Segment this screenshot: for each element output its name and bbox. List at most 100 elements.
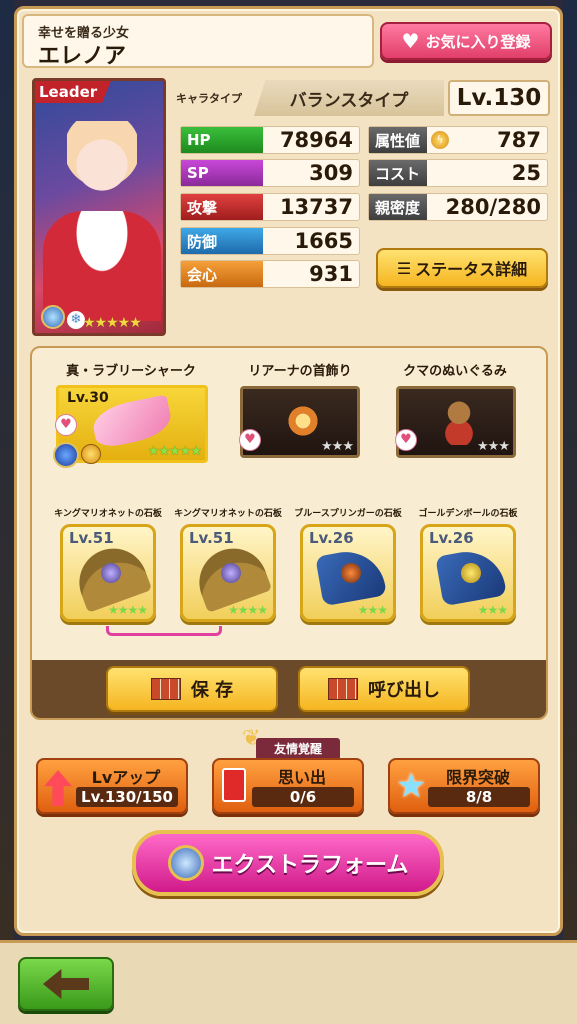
status-detail-button[interactable]: ☰ ステータス詳細	[376, 248, 548, 288]
stat-defense-value: 1665	[294, 229, 353, 253]
extra-form-label: エクストラフォーム	[211, 853, 409, 878]
character-outfit	[43, 211, 161, 321]
equip-title-2: リアーナの首飾り	[248, 364, 352, 379]
equip-slot-item[interactable]: ♥ ★★★	[395, 386, 516, 458]
memory-button[interactable]: 思い出 0/6	[212, 758, 364, 814]
stone-stars: ★★★★	[107, 603, 148, 617]
extra-form-button[interactable]: エクストラフォーム	[132, 830, 444, 896]
stone-level: Lv.26	[309, 529, 354, 547]
stat-defense: 防御 1665	[180, 227, 360, 255]
stone-stars: ★★★	[477, 603, 508, 617]
equip-title-3: クマのぬいぐるみ	[403, 364, 507, 379]
character-face	[67, 121, 137, 201]
background-left	[0, 0, 14, 1024]
orb-icon	[167, 845, 204, 881]
stone-title-1: キングマリオネットの石板	[54, 509, 162, 519]
level-up-button[interactable]: Lvアップ Lv.130/150	[36, 758, 188, 814]
heart-lock-icon: ♥	[239, 429, 261, 451]
list-icon: ☰	[396, 258, 412, 278]
stat-cost-label: コスト	[369, 160, 427, 186]
stone-slot-3[interactable]: Lv.26 ★★★	[300, 524, 396, 622]
load-label: 呼び出し	[368, 680, 440, 701]
stat-attack: 攻撃 13737	[180, 193, 360, 221]
load-icon	[328, 678, 358, 700]
stat-attack-label: 攻撃	[181, 194, 263, 220]
lightning-icon: ϟ	[431, 131, 449, 149]
load-button[interactable]: 呼び出し	[298, 666, 470, 712]
background-right	[563, 0, 577, 1024]
equip-title-1: 真・ラブリーシャーク	[66, 364, 196, 379]
stone-title-3: ブルースプリンガーの石板	[294, 509, 402, 519]
limit-break-button[interactable]: ★ 限界突破 8/8	[388, 758, 540, 814]
save-button[interactable]: 保 存	[106, 666, 278, 712]
stat-attack-value: 13737	[279, 195, 353, 219]
memory-title: 思い出	[277, 768, 326, 787]
lightning-icon	[81, 444, 101, 464]
bottom-navigation-bar	[0, 940, 577, 1024]
favorite-button[interactable]: ♥ お気に入り登録	[380, 22, 552, 60]
equip-stars: ★★★	[477, 439, 510, 454]
back-button[interactable]	[18, 957, 114, 1011]
orb-icon	[41, 305, 65, 329]
friendship-awakening-tag: 友情覚醒	[256, 738, 340, 760]
heart-lock-icon: ♥	[395, 429, 417, 451]
stone-slot-2[interactable]: Lv.51 ★★★★	[180, 524, 276, 622]
equip-stars: ★★★	[321, 439, 354, 454]
orb-icon	[53, 442, 79, 468]
stat-sp-value: 309	[309, 161, 353, 185]
stat-critical-label: 会心	[181, 261, 263, 287]
stat-hp: HP 78964	[180, 126, 360, 154]
stat-affinity-value: 280/280	[445, 195, 541, 219]
stone-title-2: キングマリオネットの石板	[174, 509, 282, 519]
level-display: Lv.130	[448, 80, 550, 116]
limit-break-value: 8/8	[428, 787, 530, 807]
character-portrait[interactable]: Leader ❄ ★★★★★	[32, 78, 166, 336]
save-icon	[150, 678, 181, 700]
stat-attribute-text: 属性値	[375, 131, 421, 150]
favorite-label: お気に入り登録	[425, 32, 531, 51]
stat-critical: 会心 931	[180, 260, 360, 288]
stone-level: Lv.26	[429, 529, 474, 547]
status-detail-label: ステータス詳細	[415, 260, 528, 279]
stat-cost: コスト 25	[368, 159, 548, 187]
gem-icon	[101, 563, 121, 583]
equip-slot-accessory[interactable]: ♥ ★★★	[239, 386, 360, 458]
rarity-stars: ★★★★★	[83, 315, 142, 331]
limit-break-title: 限界突破	[445, 768, 510, 787]
character-name: エレノア	[38, 44, 127, 69]
golden-ball-icon	[461, 563, 481, 583]
type-label: キャラタイプ	[176, 92, 242, 105]
equip-level: Lv.30	[67, 390, 109, 406]
stat-attribute-label: 属性値	[369, 127, 427, 153]
necklace-icon	[287, 403, 319, 439]
stat-attribute-value: 787	[497, 128, 541, 152]
selection-indicator	[106, 626, 222, 636]
save-label: 保 存	[190, 680, 234, 701]
gem-icon	[341, 563, 361, 583]
level-up-value: Lv.130/150	[76, 787, 178, 807]
stat-critical-value: 931	[309, 262, 353, 286]
title-box: 幸せを贈る少女 エレノア	[22, 14, 374, 69]
stat-defense-label: 防御	[181, 228, 263, 254]
stone-level: Lv.51	[69, 529, 114, 547]
stat-hp-label: HP	[181, 127, 263, 153]
stat-sp-label: SP	[181, 160, 263, 186]
heart-icon: ♥	[401, 29, 420, 53]
equip-slot-weapon[interactable]: Lv.30 ♥ ★★★★★	[53, 385, 208, 468]
stone-level: Lv.51	[189, 529, 234, 547]
leader-badge: Leader	[35, 81, 111, 103]
memory-value: 0/6	[252, 787, 354, 807]
stone-stars: ★★★	[357, 603, 388, 617]
stone-slot-1[interactable]: Lv.51 ★★★★	[60, 524, 156, 622]
type-value: バランスタイプ	[254, 80, 444, 116]
stat-hp-value: 78964	[279, 128, 353, 152]
stat-sp: SP 309	[180, 159, 360, 187]
stone-slot-4[interactable]: Lv.26 ★★★	[420, 524, 516, 622]
heart-lock-icon: ♥	[55, 414, 77, 436]
stat-attribute: 属性値 ϟ 787	[368, 126, 548, 154]
stat-affinity: 親密度 280/280	[368, 193, 548, 221]
stone-stars: ★★★★	[227, 603, 268, 617]
teddy-bear-icon	[441, 399, 477, 445]
stone-title-4: ゴールデンボールの石板	[418, 509, 518, 519]
back-arrow-icon	[43, 969, 89, 999]
